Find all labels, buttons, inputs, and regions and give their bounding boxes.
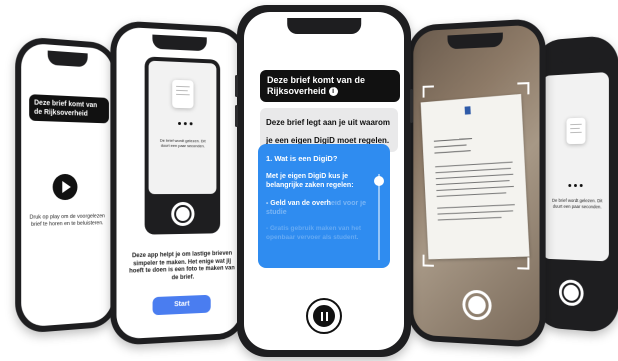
shutter-button[interactable]	[462, 289, 492, 321]
shutter-button[interactable]	[558, 279, 584, 307]
shutter-button[interactable]	[171, 201, 195, 227]
sender-label: Deze brief komt van de Rijksoverheid i	[260, 70, 400, 102]
section-item-1: - Geld van de overheid voor je studie	[266, 199, 376, 217]
pause-icon	[321, 312, 323, 321]
phone-notch	[47, 50, 88, 68]
play-instruction: Druk op play om de voorgelezen brief te …	[29, 213, 105, 228]
section-item-1-text: - Geld van de overh	[266, 200, 331, 207]
phone-screen: De brief wordt gelezen. Dit duurt een pa…	[116, 26, 241, 340]
phone-screen: De brief wordt gelezen. Dit duurt een pa…	[538, 41, 613, 327]
play-button[interactable]	[52, 173, 78, 201]
reading-caption: De brief wordt gelezen. Dit duurt een pa…	[551, 197, 603, 209]
phone-screen: Deze brief komt van de Rijksoverheid i D…	[244, 12, 404, 350]
pause-button[interactable]	[310, 302, 338, 330]
scan-frame-corner	[422, 254, 434, 267]
phone-mockup-main: Deze brief komt van de Rijksoverheid i D…	[235, 5, 413, 357]
reading-caption: De brief wordt gelezen. Dit duurt een pa…	[159, 137, 206, 149]
play-icon	[62, 180, 71, 194]
start-button[interactable]: Start	[152, 294, 211, 316]
sender-text: Deze brief komt van de Rijksoverheid	[267, 75, 366, 96]
scan-frame-corner	[517, 82, 530, 95]
summary-text: Deze brief legt aan je uit waarom je een…	[266, 118, 391, 145]
section-card[interactable]: 1. Wat is een DigiD? Met je eigen DigiD …	[258, 144, 390, 268]
phone-notch	[287, 18, 361, 34]
scan-frame-corner	[422, 85, 434, 98]
scroll-handle[interactable]	[374, 176, 384, 186]
camera-preview: De brief wordt gelezen. Dit duurt een pa…	[144, 56, 221, 235]
scroll-track	[378, 174, 380, 260]
phone-screen: Deze brief komt van de Rijksoverheid Dru…	[21, 42, 113, 328]
phone-notch	[447, 32, 504, 50]
loading-indicator	[178, 121, 193, 126]
pause-button-ring	[306, 298, 342, 334]
intro-text: Deze app helpt je om lastige brieven sim…	[129, 250, 235, 281]
info-icon[interactable]: i	[328, 87, 338, 97]
scanned-letter	[420, 93, 530, 260]
loading-indicator	[568, 184, 583, 188]
phone-notch	[558, 48, 592, 66]
section-heading: 1. Wat is een DigiD?	[266, 154, 338, 163]
phone-notch	[152, 34, 208, 52]
phone-mockup-1: Deze brief komt van de Rijksoverheid Dru…	[15, 35, 118, 335]
sender-text: Deze brief komt van de Rijksoverheid	[34, 99, 98, 118]
phone-mockup-5: De brief wordt gelezen. Dit duurt een pa…	[533, 34, 618, 334]
document-thumbnail	[566, 117, 586, 145]
phone-screen	[413, 24, 540, 342]
document-thumbnail	[172, 79, 194, 109]
scan-frame-corner	[517, 257, 530, 270]
section-item-2: - Gratis gebruik maken van het openbaar …	[266, 225, 362, 241]
phone-mockup-4	[407, 17, 546, 349]
phone-mockup-2: De brief wordt gelezen. Dit duurt een pa…	[110, 20, 247, 346]
section-body: Met je eigen DigiD kus je belangrijke za…	[266, 173, 354, 189]
sender-label: Deze brief komt van de Rijksoverheid	[29, 94, 109, 124]
